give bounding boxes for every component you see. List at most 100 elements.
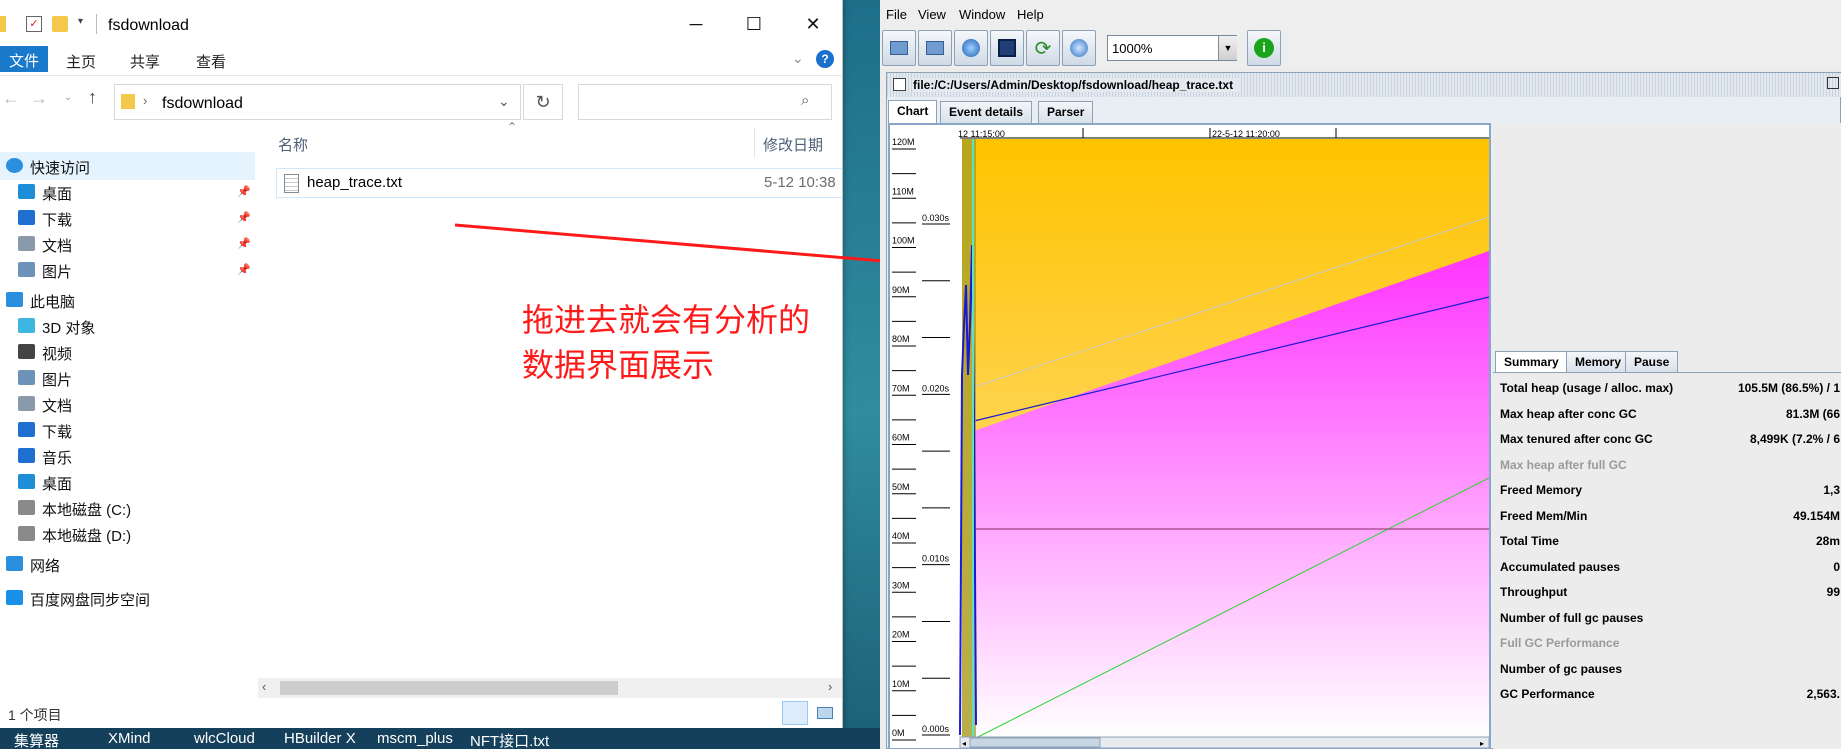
taskbar-item[interactable]: HBuilder X (284, 730, 356, 747)
up-arrow-icon[interactable]: ↑ (88, 87, 97, 108)
menu-view[interactable]: View (918, 7, 946, 22)
tab-chart[interactable]: Chart (888, 100, 938, 123)
chevron-down-icon[interactable]: ▾ (78, 16, 94, 32)
nav-item[interactable]: 3D 对象 (0, 312, 255, 340)
details-view-button[interactable] (782, 701, 808, 725)
close-button[interactable]: ✕ (783, 0, 842, 48)
new-folder-icon[interactable] (52, 16, 68, 32)
nav-item[interactable]: 图片 (0, 364, 255, 392)
horizontal-scrollbar[interactable]: ‹ › (258, 678, 842, 698)
summary-value: 105.5M (86.5%) / 1 (1737, 381, 1840, 395)
large-icons-view-button[interactable] (812, 701, 838, 725)
restore-icon[interactable] (1827, 77, 1839, 89)
export-button[interactable] (990, 30, 1024, 66)
open-url-button[interactable] (954, 30, 988, 66)
tab-parser[interactable]: Parser (1038, 101, 1094, 123)
chart-scroll-thumb[interactable] (969, 737, 1101, 748)
tab-pause[interactable]: Pause (1625, 351, 1679, 372)
nav-item[interactable]: 此电脑 (0, 286, 255, 314)
ribbon-tab-home[interactable]: 主页 (66, 51, 96, 72)
document-icon (18, 396, 35, 411)
scrollbar-thumb[interactable] (280, 681, 618, 695)
refresh-button[interactable]: ↻ (523, 84, 563, 120)
summary-row: Max heap after full GC (1500, 458, 1840, 478)
taskbar-item[interactable]: wlcCloud (194, 730, 255, 747)
nav-item[interactable]: 图片 📌 (0, 256, 255, 284)
menu-help[interactable]: Help (1017, 7, 1044, 22)
nav-item[interactable]: 文档 (0, 390, 255, 418)
recent-locations-icon[interactable]: ⌄ (64, 92, 72, 103)
refresh-icon: ⟳ (1034, 37, 1052, 60)
menu-file[interactable]: File (886, 7, 907, 22)
ribbon-tab-view[interactable]: 查看 (196, 51, 226, 72)
properties-icon[interactable]: ✓ (26, 16, 42, 32)
nav-item[interactable]: 文档 📌 (0, 230, 255, 258)
address-path: fsdownload (162, 95, 243, 112)
nav-item[interactable]: 本地磁盘 (C:) (0, 494, 255, 522)
open-series-button[interactable] (918, 30, 952, 66)
maximize-button[interactable]: ☐ (724, 0, 784, 48)
ribbon-tab-file[interactable]: 文件 (0, 46, 48, 72)
watch-button[interactable] (1062, 30, 1096, 66)
open-file-button[interactable] (882, 30, 916, 66)
pin-icon[interactable]: 📌 (237, 263, 251, 276)
back-arrow-icon[interactable]: ← (2, 88, 20, 109)
scroll-right-icon[interactable]: ▸ (1480, 739, 1484, 748)
refresh-button[interactable]: ⟳ (1026, 30, 1060, 66)
chevron-down-icon[interactable]: ▼ (1218, 36, 1237, 60)
navigation-pane: 快速访问 桌面 📌 下载 📌 文档 📌 图片 📌 此电脑 3D 对象 视频 图片 文档 下载 音乐 桌面 本地磁盘… (0, 148, 255, 698)
column-header-date[interactable]: 修改日期 (763, 134, 823, 155)
pause-tick-label: 0.000s (922, 724, 950, 734)
nav-item[interactable]: 百度网盘同步空间 (0, 584, 255, 612)
summary-key: Accumulated pauses (1500, 559, 1621, 574)
star-icon (6, 158, 23, 173)
taskbar-item[interactable]: 集算器 (14, 730, 59, 749)
pin-icon[interactable]: 📌 (237, 211, 251, 224)
minimize-button[interactable]: ─ (666, 0, 726, 48)
ribbon-tab-share[interactable]: 共享 (130, 51, 160, 72)
about-button[interactable]: i (1247, 30, 1281, 66)
taskbar-item[interactable]: NFT接口.txt (470, 730, 549, 749)
pin-icon[interactable]: 📌 (237, 185, 251, 198)
forward-arrow-icon[interactable]: → (30, 88, 48, 109)
nav-item[interactable]: 快速访问 (0, 152, 255, 180)
nav-item[interactable]: 下载 (0, 416, 255, 444)
summary-key: Total Time (1500, 534, 1559, 548)
music-icon (18, 448, 35, 463)
zoom-combobox[interactable]: 1000% ▼ (1107, 35, 1237, 61)
nav-item[interactable]: 网络 (0, 550, 255, 578)
address-bar[interactable]: › fsdownload ⌄ (114, 84, 521, 120)
column-divider[interactable] (754, 128, 755, 158)
tab-memory[interactable]: Memory (1566, 351, 1631, 372)
pin-icon[interactable]: 📌 (237, 237, 251, 250)
nav-item[interactable]: 音乐 (0, 442, 255, 470)
menu-window[interactable]: Window (959, 7, 1005, 22)
memory-tick-label: 90M (892, 285, 910, 295)
window-title: fsdownload (108, 17, 189, 34)
file-row[interactable]: heap_trace.txt 5-12 10:38 (276, 168, 842, 198)
nav-item[interactable]: 本地磁盘 (D:) (0, 520, 255, 548)
chevron-down-icon[interactable]: ⌄ (498, 93, 510, 110)
taskbar-item[interactable]: mscm_plus (377, 730, 453, 747)
nav-item[interactable]: 桌面 (0, 468, 255, 496)
search-input[interactable]: ⌕ (578, 84, 832, 120)
nav-item[interactable]: 下载 📌 (0, 204, 255, 232)
scroll-left-icon[interactable]: ◂ (962, 739, 966, 748)
cloud-sync-icon (6, 590, 23, 605)
scroll-left-icon[interactable]: ‹ (262, 679, 266, 694)
expand-ribbon-icon[interactable]: ⌄ (792, 50, 804, 67)
column-header-name[interactable]: 名称 (278, 134, 308, 155)
nav-item[interactable]: 桌面 📌 (0, 178, 255, 206)
scroll-right-icon[interactable]: › (828, 679, 832, 694)
title-bar: ✓ ▾ fsdownload ─ ☐ ✕ (0, 0, 842, 48)
nav-item[interactable]: 视频 (0, 338, 255, 366)
tab-summary[interactable]: Summary (1495, 351, 1568, 372)
taskbar-item[interactable]: XMind (108, 730, 151, 747)
memory-tick-label: 70M (892, 383, 910, 393)
chevron-right-icon[interactable]: › (143, 93, 147, 108)
gc-chart: 12 11:15:00 22-5-12 11:20:00 120M 110M 100… (892, 125, 1489, 748)
help-icon[interactable]: ? (816, 50, 834, 68)
summary-area: Summary Memory Pause Total heap (usage /… (1493, 351, 1841, 749)
tab-event-details[interactable]: Event details (940, 101, 1033, 123)
memory-tick-label: 60M (892, 433, 910, 443)
